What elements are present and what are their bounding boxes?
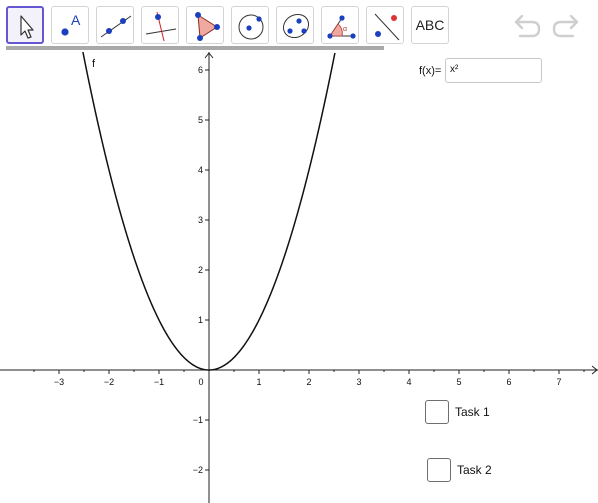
x-tick-label: 0 [198, 377, 203, 387]
y-tick-label: 1 [198, 315, 203, 325]
x-tick-label: 6 [506, 377, 511, 387]
point-tool-label: A [71, 12, 81, 28]
point-tool-button[interactable]: A [51, 6, 89, 44]
x-tick-label: 3 [356, 377, 361, 387]
y-tick-label: 4 [198, 165, 203, 175]
line-tool-button[interactable] [96, 6, 134, 44]
function-label: f [92, 58, 96, 70]
y-tick-label: 5 [198, 115, 203, 125]
angle-icon: α [327, 15, 356, 39]
undo-icon[interactable] [512, 12, 542, 40]
x-tick-label: 1 [256, 377, 261, 387]
text-tool-button[interactable]: ABC [411, 6, 449, 44]
angle-tool-button[interactable]: α [321, 6, 359, 44]
ellipse-icon [282, 13, 310, 39]
move-tool-button[interactable] [6, 6, 44, 44]
input-label: f(x)= [419, 65, 442, 77]
x-tick-label: −3 [54, 377, 64, 387]
y-tick-label: −1 [193, 415, 203, 425]
point-icon: A [61, 12, 81, 36]
redo-icon[interactable] [551, 12, 581, 40]
y-tick-label: −2 [193, 465, 203, 475]
y-tick-label: 3 [198, 215, 203, 225]
task-1-label: Task 1 [455, 405, 490, 419]
perpendicular-line-icon [145, 11, 177, 42]
y-tick-label: 6 [198, 65, 203, 75]
ellipse-tool-button[interactable] [276, 6, 314, 44]
x-tick-label: −1 [154, 377, 164, 387]
toolbar-separator[interactable] [6, 46, 384, 50]
angle-tool-label: α [343, 26, 347, 33]
text-tool-label: ABC [415, 17, 445, 33]
circle-center-point-icon [238, 14, 264, 40]
circle-tool-button[interactable] [231, 6, 269, 44]
line-through-points-icon [100, 15, 132, 38]
polygon-icon [195, 12, 220, 41]
function-input-field[interactable]: x² [445, 58, 542, 83]
x-tick-label: 4 [406, 377, 411, 387]
x-tick-label: 7 [556, 377, 561, 387]
reflect-tool-button[interactable] [366, 6, 404, 44]
task-2-label: Task 2 [457, 463, 492, 477]
x-tick-label: 2 [306, 377, 311, 387]
x-tick-label: −2 [104, 377, 114, 387]
graphics-view[interactable]: −3 −2 −1 0 1 2 3 4 5 6 7 −2 −1 1 2 3 4 5 6 f [0, 52, 598, 503]
perpendicular-line-tool-button[interactable] [141, 6, 179, 44]
arrow-cursor-icon [20, 15, 34, 39]
x-tick-label: 5 [456, 377, 461, 387]
y-tick-label: 2 [198, 265, 203, 275]
tick-marks [33, 69, 585, 471]
task-1-checkbox[interactable] [425, 400, 449, 424]
toolbar: A α ABC [0, 0, 598, 52]
reflect-about-line-icon [374, 13, 400, 41]
task-2-checkbox[interactable] [427, 458, 451, 482]
polygon-tool-button[interactable] [186, 6, 224, 44]
axes [0, 52, 598, 503]
